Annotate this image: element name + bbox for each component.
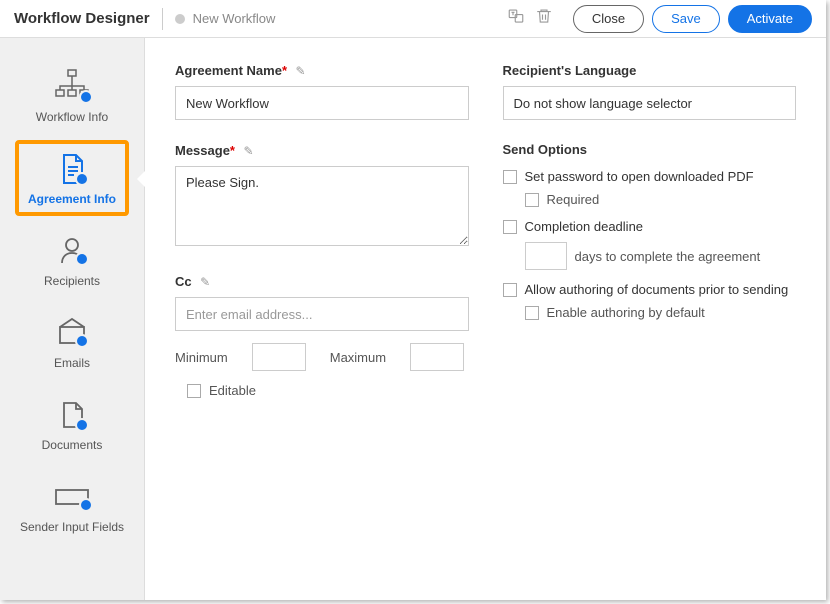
- activate-button[interactable]: Activate: [728, 5, 812, 33]
- sidebar-item-label: Emails: [6, 356, 138, 370]
- workflow-info-icon: [6, 66, 138, 108]
- set-password-label: Set password to open downloaded PDF: [525, 169, 754, 184]
- max-label: Maximum: [330, 350, 386, 365]
- select-value: Do not show language selector: [514, 96, 693, 111]
- completion-deadline-checkbox[interactable]: [503, 220, 517, 234]
- app-title: Workflow Designer: [14, 10, 150, 27]
- sidebar-item-documents[interactable]: Documents: [0, 384, 144, 466]
- sender-input-fields-icon: [6, 476, 138, 518]
- workflow-name: New Workflow: [193, 11, 276, 26]
- required-checkbox[interactable]: [525, 193, 539, 207]
- divider: [162, 8, 163, 30]
- recipient-language-label: Recipient's Language: [503, 63, 637, 78]
- enable-authoring-checkbox[interactable]: [525, 306, 539, 320]
- sidebar-item-recipients[interactable]: Recipients: [0, 220, 144, 302]
- status-dot-icon: [175, 14, 185, 24]
- sidebar-item-label: Recipients: [6, 274, 138, 288]
- recipient-language-select[interactable]: Do not show language selector: [503, 86, 797, 120]
- sidebar-item-workflow-info[interactable]: Workflow Info: [0, 56, 144, 138]
- sidebar-item-label: Workflow Info: [6, 110, 138, 124]
- sidebar-item-label: Documents: [6, 438, 138, 452]
- pencil-icon[interactable]: ✎: [243, 144, 253, 158]
- sidebar-item-sender-input-fields[interactable]: Sender Input Fields: [0, 466, 144, 548]
- send-options-title: Send Options: [503, 142, 797, 157]
- cc-label: Cc: [175, 274, 192, 289]
- save-button[interactable]: Save: [652, 5, 720, 33]
- emails-icon: [6, 312, 138, 354]
- message-label: Message*: [175, 143, 235, 158]
- pencil-icon[interactable]: ✎: [200, 275, 210, 289]
- completion-deadline-label: Completion deadline: [525, 219, 644, 234]
- message-textarea[interactable]: [175, 166, 469, 246]
- sidebar: Workflow Info Agreement Info Recipients: [0, 38, 145, 600]
- agreement-info-icon: [6, 148, 138, 190]
- min-input[interactable]: [252, 343, 306, 371]
- cc-input[interactable]: [175, 297, 469, 331]
- agreement-name-label: Agreement Name*: [175, 63, 287, 78]
- agreement-name-input[interactable]: [175, 86, 469, 120]
- allow-authoring-checkbox[interactable]: [503, 283, 517, 297]
- enable-authoring-label: Enable authoring by default: [547, 305, 705, 320]
- header: Workflow Designer New Workflow Close Sav…: [0, 0, 826, 38]
- sidebar-item-emails[interactable]: Emails: [0, 302, 144, 384]
- allow-authoring-label: Allow authoring of documents prior to se…: [525, 282, 789, 297]
- max-input[interactable]: [410, 343, 464, 371]
- editable-checkbox[interactable]: [187, 384, 201, 398]
- days-input[interactable]: [525, 242, 567, 270]
- recipients-icon: [6, 230, 138, 272]
- sidebar-item-label: Sender Input Fields: [6, 520, 138, 534]
- pencil-icon[interactable]: ✎: [295, 64, 305, 78]
- documents-icon: [6, 394, 138, 436]
- editable-label: Editable: [209, 383, 256, 398]
- set-password-checkbox[interactable]: [503, 170, 517, 184]
- language-icon[interactable]: [507, 7, 525, 30]
- days-label: days to complete the agreement: [575, 249, 761, 264]
- sidebar-item-label: Agreement Info: [6, 192, 138, 206]
- main-content: Agreement Name* ✎ Message* ✎ Cc ✎ Minimu…: [145, 38, 826, 600]
- required-label: Required: [547, 192, 600, 207]
- trash-icon[interactable]: [535, 7, 553, 30]
- sidebar-item-agreement-info[interactable]: Agreement Info: [0, 138, 144, 220]
- min-label: Minimum: [175, 350, 228, 365]
- close-button[interactable]: Close: [573, 5, 644, 33]
